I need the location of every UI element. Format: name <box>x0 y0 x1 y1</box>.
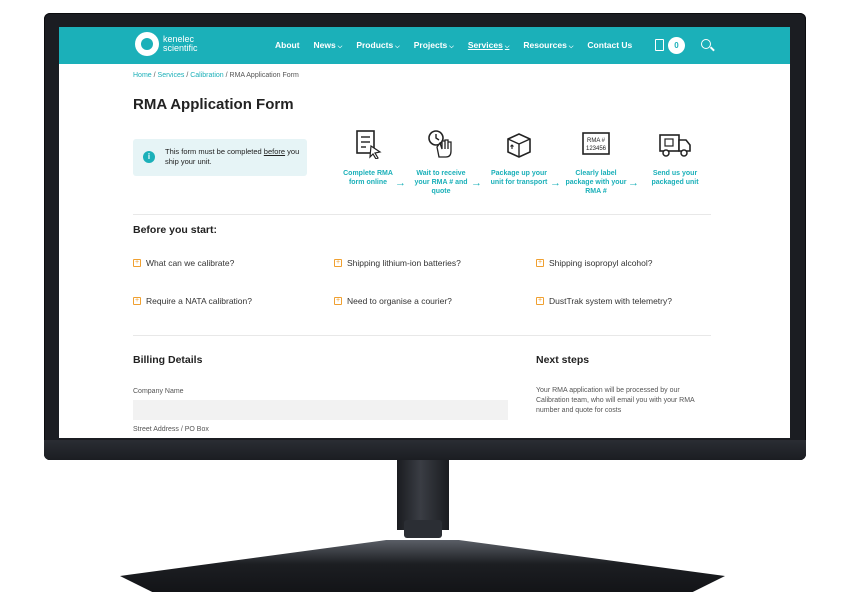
nav-label: Services <box>467 40 503 50</box>
breadcrumb-services[interactable]: Services <box>158 72 185 79</box>
nav-about[interactable]: About <box>275 40 300 51</box>
monitor-chin <box>44 440 806 460</box>
search-icon[interactable] <box>701 39 711 49</box>
monitor-stand-base <box>120 540 725 592</box>
info-icon: i <box>143 151 155 163</box>
step-label: Send us your packaged unit <box>651 170 699 186</box>
faq-label: Need to organise a courier? <box>347 296 452 306</box>
form-pointer-icon <box>356 130 382 160</box>
svg-text:123456: 123456 <box>586 146 607 152</box>
truck-icon <box>659 134 691 157</box>
faq-label: Shipping lithium-ion batteries? <box>347 258 461 268</box>
step-complete-form: Complete RMA form online <box>337 129 399 187</box>
site-header: kenelec scientific About News ⌵ Products ⌵… <box>59 27 790 64</box>
step-send-unit: Send us your packaged unit <box>644 129 706 187</box>
faq-label: Require a NATA calibration? <box>146 296 252 306</box>
nav-label: Products <box>356 40 394 50</box>
logo-mark-icon <box>135 32 159 56</box>
breadcrumb-home[interactable]: Home <box>133 72 152 79</box>
faq-toggle[interactable]: + Need to organise a courier? <box>334 296 452 306</box>
before-start-title: Before you start: <box>133 224 218 236</box>
site-logo[interactable]: kenelec scientific <box>135 32 198 56</box>
notice-text-before: This form must be completed <box>165 147 264 156</box>
company-name-input[interactable] <box>133 400 508 420</box>
nav-products[interactable]: Products ⌵ <box>356 40 399 51</box>
step-package-unit: Package up your unit for transport <box>488 129 550 187</box>
faq-toggle[interactable]: + Require a NATA calibration? <box>133 296 252 306</box>
next-steps-title: Next steps <box>536 354 590 366</box>
arrow-right-icon: → <box>628 177 639 189</box>
step-wait-quote: Wait to receive your RMA # and quote <box>410 129 472 196</box>
plus-box-icon: + <box>536 297 544 305</box>
faq-toggle[interactable]: + Shipping isopropyl alcohol? <box>536 258 653 268</box>
plus-box-icon: + <box>536 259 544 267</box>
street-address-label: Street Address / PO Box <box>133 426 209 433</box>
chevron-down-icon: ⌵ <box>449 44 454 50</box>
clock-hand-icon <box>428 130 452 158</box>
nav-label: Contact Us <box>587 40 633 50</box>
cart-count-badge[interactable]: 0 <box>668 37 685 54</box>
section-divider <box>133 335 711 336</box>
nav-label: About <box>275 40 300 50</box>
faq-toggle[interactable]: + What can we calibrate? <box>133 258 234 268</box>
step-label: Package up your unit for transport <box>490 170 548 186</box>
breadcrumb-current: RMA Application Form <box>229 72 299 79</box>
arrow-right-icon: → <box>550 177 561 189</box>
breadcrumb-calibration[interactable]: Calibration <box>190 72 223 79</box>
nav-services[interactable]: Services ⌵ <box>468 40 510 51</box>
plus-box-icon: + <box>133 297 141 305</box>
plus-box-icon: + <box>133 259 141 267</box>
main-nav: About News ⌵ Products ⌵ Projects ⌵ Services… <box>275 40 646 51</box>
billing-details-title: Billing Details <box>133 354 203 366</box>
notice-box: i This form must be completed before you… <box>133 139 307 176</box>
next-steps-text: Your RMA application will be processed b… <box>536 387 695 414</box>
faq-toggle[interactable]: + DustTrak system with telemetry? <box>536 296 672 306</box>
chevron-down-icon: ⌵ <box>337 44 343 50</box>
page-title: RMA Application Form <box>133 96 294 113</box>
notice-text-underlined: before <box>263 147 286 156</box>
notice-text: This form must be completed before you s… <box>165 147 305 167</box>
step-label: Complete RMA form online <box>343 170 393 186</box>
chevron-down-icon: ⌵ <box>395 44 400 50</box>
breadcrumb: Home / Services / Calibration / RMA Appl… <box>133 72 299 79</box>
faq-toggle[interactable]: + Shipping lithium-ion batteries? <box>334 258 461 268</box>
nav-label: Resources <box>523 40 567 50</box>
nav-label: Projects <box>413 40 448 50</box>
browser-viewport: kenelec scientific About News ⌵ Products ⌵… <box>59 27 790 438</box>
section-divider <box>133 214 711 215</box>
label-icon: RMA # 123456 <box>582 132 610 155</box>
monitor-scene: kenelec scientific About News ⌵ Products ⌵… <box>0 0 845 592</box>
nav-contact-us[interactable]: Contact Us <box>587 40 632 51</box>
plus-box-icon: + <box>334 297 342 305</box>
step-label: Clearly label package with your RMA # <box>565 170 627 195</box>
chevron-down-icon: ⌵ <box>504 44 510 50</box>
svg-text:RMA #: RMA # <box>587 138 606 144</box>
chevron-down-icon: ⌵ <box>568 44 574 50</box>
nav-projects[interactable]: Projects ⌵ <box>414 40 454 51</box>
nav-news[interactable]: News ⌵ <box>314 40 343 51</box>
box-icon <box>507 133 531 158</box>
faq-label: What can we calibrate? <box>146 258 235 268</box>
step-label: Wait to receive your RMA # and quote <box>414 170 468 195</box>
arrow-right-icon: → <box>395 177 406 189</box>
rma-process-steps: Complete RMA form online → Wait to recei… <box>337 129 712 201</box>
logo-line-2: scientific <box>163 43 198 53</box>
step-label-package: RMA # 123456 Clearly label package with … <box>565 129 627 196</box>
logo-text: kenelec scientific <box>163 35 198 53</box>
nav-label: News <box>313 40 336 50</box>
faq-label: DustTrak system with telemetry? <box>549 296 672 306</box>
company-name-label: Company Name <box>133 388 184 395</box>
nav-resources[interactable]: Resources ⌵ <box>523 40 573 51</box>
plus-box-icon: + <box>334 259 342 267</box>
monitor-stand-joint <box>404 520 442 538</box>
quote-list-icon[interactable] <box>655 39 664 51</box>
faq-label: Shipping isopropyl alcohol? <box>549 258 653 268</box>
arrow-right-icon: → <box>471 177 482 189</box>
